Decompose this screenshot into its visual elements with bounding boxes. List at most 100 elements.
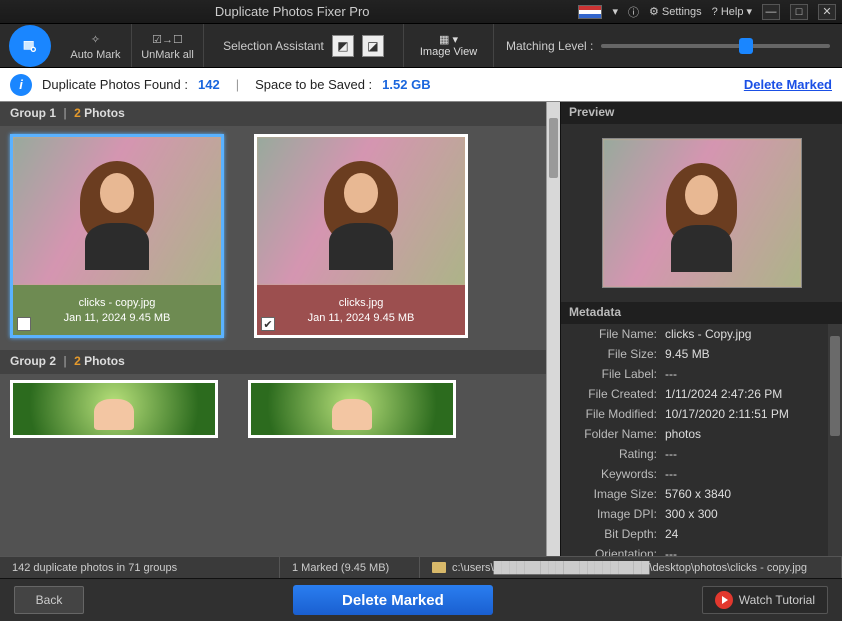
results-scrollbar[interactable] [546, 102, 560, 556]
metadata-value: 1/11/2024 2:47:26 PM [665, 387, 782, 401]
metadata-key: Folder Name: [569, 427, 665, 441]
metadata-key: File Created: [569, 387, 665, 401]
close-button[interactable]: ✕ [818, 4, 836, 20]
info-bar: i Duplicate Photos Found : 142 | Space t… [0, 68, 842, 102]
slider-thumb[interactable] [739, 38, 753, 54]
metadata-row: Image Size:5760 x 3840 [561, 484, 842, 504]
metadata-scrollbar[interactable] [828, 324, 842, 556]
space-label: Space to be Saved : [255, 77, 372, 92]
language-flag-icon[interactable] [578, 5, 602, 19]
metadata-value: --- [665, 447, 677, 461]
metadata-row: Image DPI:300 x 300 [561, 504, 842, 524]
metadata-value: --- [665, 547, 677, 556]
app-logo [0, 24, 60, 67]
group-row: clicks - copy.jpg Jan 11, 2024 9.45 MB c… [10, 134, 560, 344]
status-path: c:\users\████████████████████\desktop\ph… [420, 557, 842, 578]
settings-button[interactable]: ⚙ Settings [649, 5, 702, 18]
metadata-row: Bit Depth:24 [561, 524, 842, 544]
delete-marked-button[interactable]: Delete Marked [293, 585, 493, 615]
photo-thumbnail[interactable] [257, 137, 465, 285]
group-header: Group 2 | 2 Photos [0, 350, 560, 374]
photo-filename: clicks - copy.jpg [79, 297, 156, 309]
photo-card[interactable]: clicks - copy.jpg Jan 11, 2024 9.45 MB [10, 134, 224, 338]
metadata-key: Image DPI: [569, 507, 665, 521]
image-view-button[interactable]: ▦ ▾ Image View [404, 24, 494, 67]
metadata-value: clicks - Copy.jpg [665, 327, 751, 341]
photo-meta: Jan 11, 2024 9.45 MB [308, 312, 415, 324]
status-marked: 1 Marked (9.45 MB) [280, 557, 420, 578]
info-badge-icon: i [10, 74, 32, 96]
metadata-key: Bit Depth: [569, 527, 665, 541]
toolbar: ✧ Auto Mark ☑→☐ UnMark all Selection Ass… [0, 24, 842, 68]
info-icon[interactable]: ⓘ [628, 4, 639, 20]
photo-checkbox[interactable]: ✔ [261, 317, 275, 331]
status-bar: 142 duplicate photos in 71 groups 1 Mark… [0, 556, 842, 578]
metadata-row: Orientation:--- [561, 544, 842, 556]
minimize-button[interactable]: — [762, 4, 780, 20]
metadata-key: Image Size: [569, 487, 665, 501]
metadata-row: Folder Name:photos [561, 424, 842, 444]
photo-gear-icon [22, 38, 38, 54]
metadata-row: File Created:1/11/2024 2:47:26 PM [561, 384, 842, 404]
matching-level-label: Matching Level : [506, 39, 593, 53]
metadata-value: 24 [665, 527, 678, 541]
metadata-row: Rating:--- [561, 444, 842, 464]
photo-card[interactable]: clicks.jpg Jan 11, 2024 9.45 MB ✔ [254, 134, 468, 338]
delete-marked-link[interactable]: Delete Marked [744, 77, 832, 92]
photo-filename: clicks.jpg [339, 297, 384, 309]
photo-thumbnail[interactable] [13, 137, 221, 285]
titlebar: Duplicate Photos Fixer Pro ▾ ⓘ ⚙ Setting… [0, 0, 842, 24]
metadata-row: Keywords:--- [561, 464, 842, 484]
grid-icon: ▦ ▾ [439, 33, 458, 46]
back-button[interactable]: Back [14, 586, 84, 614]
metadata-list: File Name:clicks - Copy.jpgFile Size:9.4… [561, 324, 842, 556]
select-mode-a-button[interactable]: ◩ [332, 35, 354, 57]
unmark-all-button[interactable]: ☑→☐ UnMark all [132, 24, 204, 67]
auto-mark-button[interactable]: ✧ Auto Mark [60, 24, 132, 67]
group-row [10, 380, 560, 444]
metadata-key: Orientation: [569, 547, 665, 556]
wand-icon: ✧ [91, 31, 100, 49]
titlebar-dropdown-icon[interactable]: ▾ [612, 5, 618, 18]
watch-tutorial-button[interactable]: Watch Tutorial [702, 586, 828, 614]
auto-mark-label: Auto Mark [70, 49, 120, 61]
status-duplicates: 142 duplicate photos in 71 groups [0, 557, 280, 578]
metadata-value: 10/17/2020 2:11:51 PM [665, 407, 789, 421]
metadata-row: File Modified:10/17/2020 2:11:51 PM [561, 404, 842, 424]
metadata-value: --- [665, 367, 677, 381]
photo-thumbnail[interactable] [248, 380, 456, 438]
metadata-key: File Size: [569, 347, 665, 361]
play-icon [715, 591, 733, 609]
metadata-value: 5760 x 3840 [665, 487, 731, 501]
metadata-key: File Modified: [569, 407, 665, 421]
preview-image[interactable] [602, 138, 802, 288]
group-header: Group 1 | 2 Photos [0, 102, 560, 126]
metadata-row: File Name:clicks - Copy.jpg [561, 324, 842, 344]
folder-icon [432, 562, 446, 573]
matching-level-slider[interactable] [601, 44, 830, 48]
unmark-all-label: UnMark all [141, 49, 194, 61]
metadata-row: File Label:--- [561, 364, 842, 384]
maximize-button[interactable]: □ [790, 4, 808, 20]
photo-checkbox[interactable] [17, 317, 31, 331]
selection-assistant: Selection Assistant ◩ ◪ [204, 24, 404, 67]
bottom-bar: Back Delete Marked Watch Tutorial [0, 578, 842, 621]
photo-thumbnail[interactable] [10, 380, 218, 438]
metadata-value: 300 x 300 [665, 507, 718, 521]
photo-meta: Jan 11, 2024 9.45 MB [64, 312, 171, 324]
metadata-key: Rating: [569, 447, 665, 461]
metadata-value: photos [665, 427, 701, 441]
scrollbar-thumb[interactable] [549, 118, 558, 178]
select-mode-b-button[interactable]: ◪ [362, 35, 384, 57]
matching-level: Matching Level : [494, 24, 842, 67]
preview-box [561, 124, 842, 302]
metadata-key: File Label: [569, 367, 665, 381]
preview-panel: Preview Metadata File Name:clicks - Copy… [560, 102, 842, 556]
selection-assistant-label: Selection Assistant [223, 39, 324, 53]
found-count: 142 [198, 77, 220, 92]
metadata-key: File Name: [569, 327, 665, 341]
metadata-value: 9.45 MB [665, 347, 710, 361]
metadata-key: Keywords: [569, 467, 665, 481]
help-button[interactable]: ? Help ▾ [712, 5, 752, 18]
metadata-row: File Size:9.45 MB [561, 344, 842, 364]
